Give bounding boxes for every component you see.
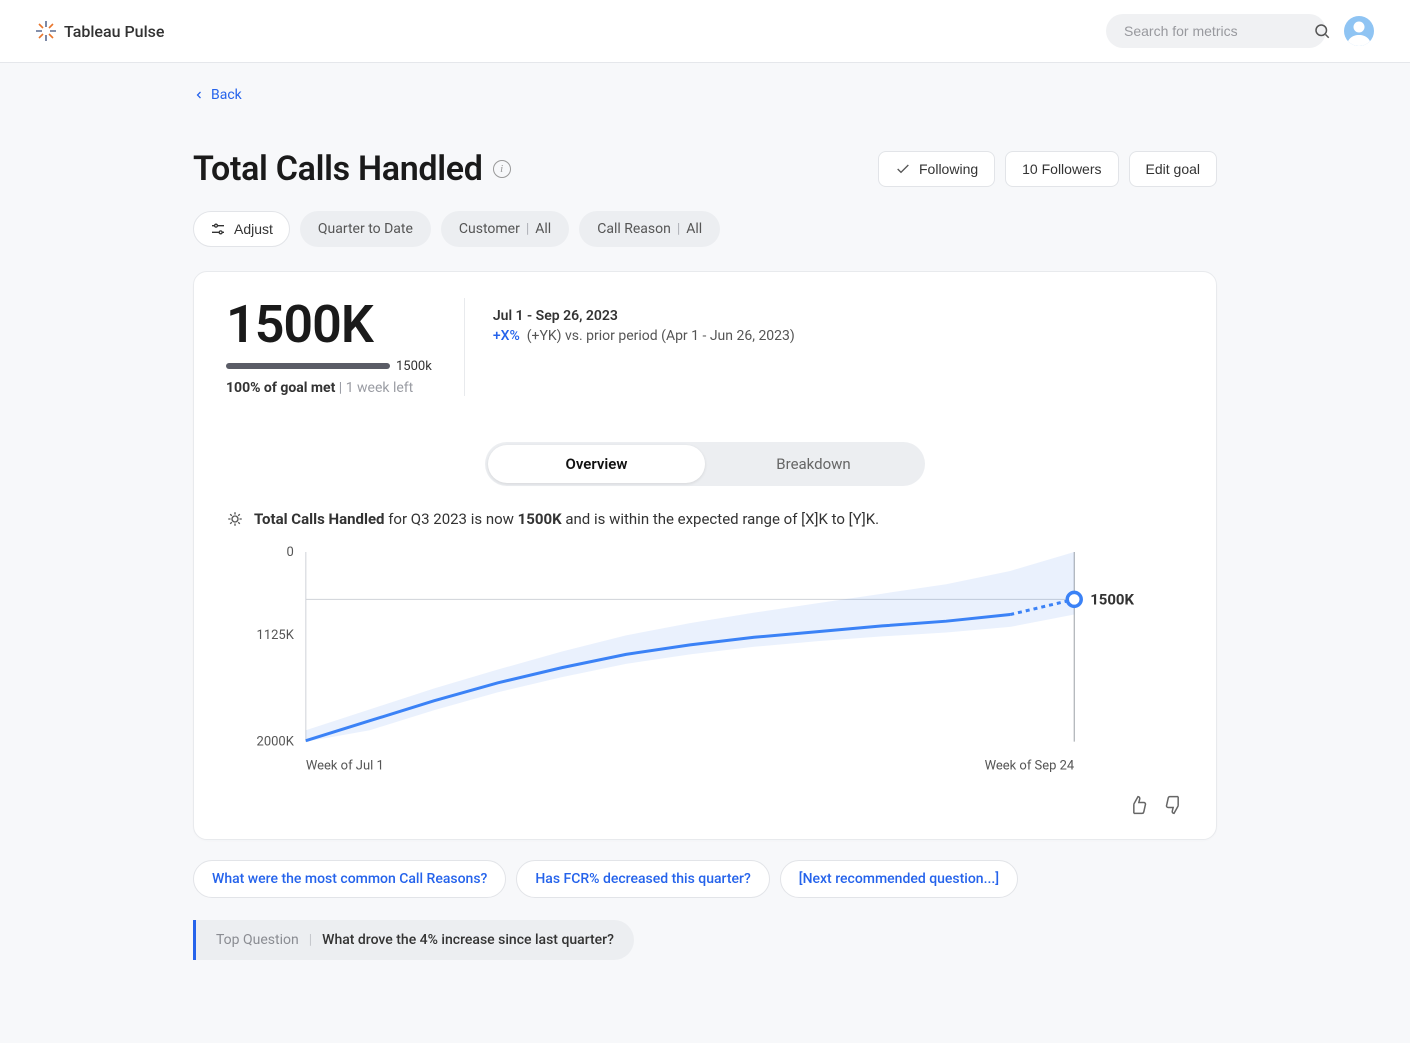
tableau-icon	[36, 21, 56, 41]
back-label: Back	[211, 87, 242, 103]
svg-text:1125K: 1125K	[257, 628, 295, 643]
followers-button[interactable]: 10 Followers	[1005, 151, 1118, 187]
goal-progress-bar	[226, 363, 390, 369]
suggestion-1[interactable]: What were the most common Call Reasons?	[193, 860, 506, 898]
search-input[interactable]	[1124, 23, 1305, 39]
thumbs-up-button[interactable]	[1128, 795, 1148, 815]
top-question-text: What drove the 4% increase since last qu…	[322, 932, 614, 948]
view-tabs: Overview Breakdown	[485, 442, 925, 486]
suggested-questions: What were the most common Call Reasons? …	[193, 860, 1217, 898]
stat-block: 1500K 1500k 100% of goal met | 1 week le…	[226, 298, 465, 396]
period-delta: +X% (+YK) vs. prior period (Apr 1 - Jun …	[493, 328, 795, 344]
brand-name: Tableau Pulse	[64, 22, 164, 41]
back-link[interactable]: Back	[193, 81, 242, 109]
following-button[interactable]: Following	[878, 151, 995, 187]
period-block: Jul 1 - Sep 26, 2023 +X% (+YK) vs. prior…	[465, 298, 795, 396]
metric-value: 1500K	[226, 298, 432, 353]
brand: Tableau Pulse	[36, 21, 164, 41]
check-icon	[895, 161, 911, 177]
insight-text: Total Calls Handled for Q3 2023 is now 1…	[194, 486, 1216, 536]
search-icon	[1313, 22, 1331, 40]
filter-customer[interactable]: Customer | All	[441, 211, 569, 247]
sliders-icon	[210, 221, 226, 237]
goal-max: 1500k	[396, 359, 432, 374]
page-title: Total Calls Handled	[193, 149, 483, 189]
adjust-button[interactable]: Adjust	[193, 211, 290, 247]
app-header: Tableau Pulse	[0, 0, 1410, 63]
suggestion-2[interactable]: Has FCR% decreased this quarter?	[516, 860, 769, 898]
svg-text:0: 0	[287, 545, 294, 560]
svg-text:1500K: 1500K	[1090, 590, 1134, 608]
edit-goal-button[interactable]: Edit goal	[1129, 151, 1217, 187]
info-icon[interactable]: i	[493, 160, 511, 178]
chart: 0 1125K 2000K 1500K Week of Jul 1 Week of Sep…	[194, 536, 1216, 786]
svg-text:Week of Jul 1: Week of Jul 1	[306, 758, 384, 773]
svg-text:Week of Sep 24: Week of Sep 24	[985, 758, 1075, 773]
filter-call-reason[interactable]: Call Reason | All	[579, 211, 720, 247]
top-question[interactable]: Top Question | What drove the 4% increas…	[193, 920, 634, 960]
goal-text: 100% of goal met | 1 week left	[226, 380, 432, 396]
svg-text:2000K: 2000K	[257, 734, 295, 749]
top-question-label: Top Question	[216, 932, 299, 948]
search-input-wrap[interactable]	[1106, 14, 1326, 48]
suggestion-3[interactable]: [Next recommended question...]	[780, 860, 1018, 898]
metric-card: 1500K 1500k 100% of goal met | 1 week le…	[193, 271, 1217, 840]
line-chart: 0 1125K 2000K 1500K Week of Jul 1 Week of Sep…	[226, 542, 1184, 782]
avatar[interactable]	[1344, 16, 1374, 46]
chevron-left-icon	[193, 89, 205, 101]
thumbs-down-button[interactable]	[1164, 795, 1184, 815]
period-range: Jul 1 - Sep 26, 2023	[493, 308, 795, 324]
tab-breakdown[interactable]: Breakdown	[705, 445, 922, 483]
filter-range[interactable]: Quarter to Date	[300, 211, 431, 247]
tab-overview[interactable]: Overview	[488, 445, 705, 483]
insight-icon	[226, 510, 244, 528]
